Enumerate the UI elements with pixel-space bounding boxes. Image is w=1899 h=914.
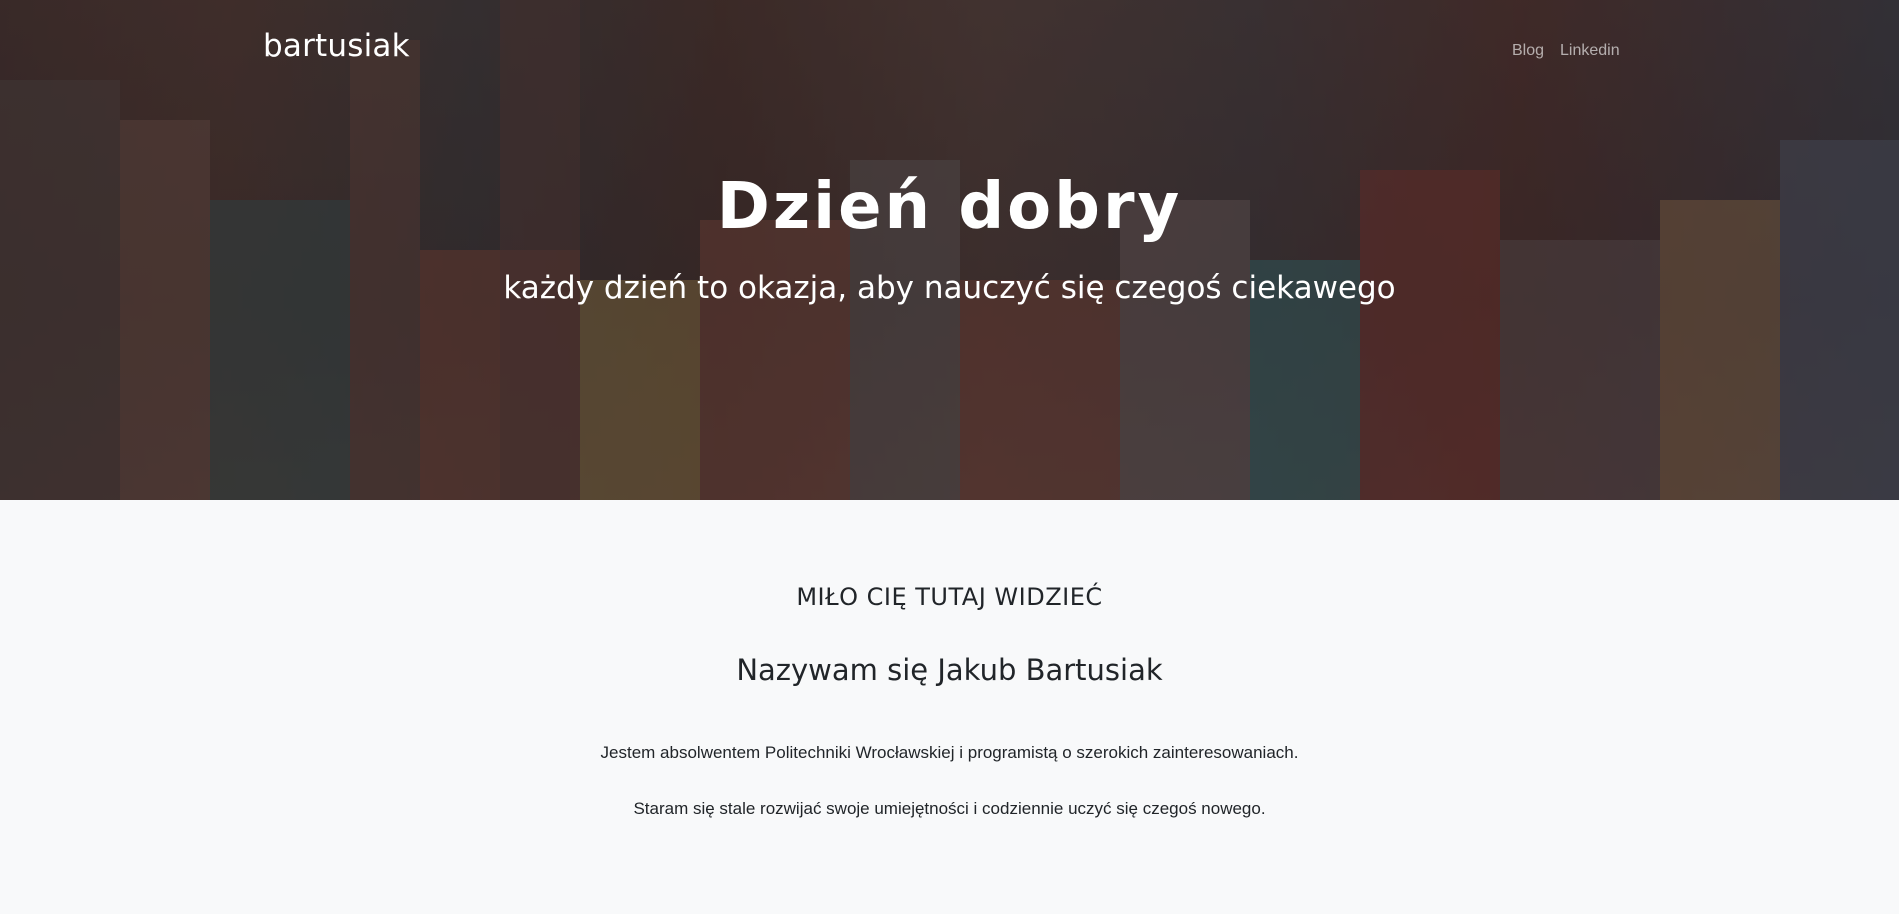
about-paragraph-1: Jestem absolwentem Politechniki Wrocławs… [600, 743, 1299, 762]
hero-title: Dzień dobry [716, 170, 1183, 244]
site-brand-link[interactable]: bartusiak [263, 28, 410, 64]
hero-subtitle: każdy dzień to okazja, aby nauczyć się c… [503, 270, 1396, 306]
main-nav: Blog Linkedin [1512, 42, 1620, 60]
nav-link-linkedin[interactable]: Linkedin [1560, 42, 1620, 60]
nav-link-blog[interactable]: Blog [1512, 42, 1544, 60]
about-name-heading: Nazywam się Jakub Bartusiak [736, 653, 1163, 687]
hero-header: bartusiak Blog Linkedin Dzień dobry każd… [0, 0, 1899, 500]
hero-dark-overlay [0, 0, 1899, 500]
about-section [0, 500, 1899, 914]
about-kicker: MIŁO CIĘ TUTAJ WIDZIEĆ [796, 583, 1103, 611]
about-paragraph-2: Staram się stale rozwijać swoje umiejętn… [633, 799, 1266, 818]
